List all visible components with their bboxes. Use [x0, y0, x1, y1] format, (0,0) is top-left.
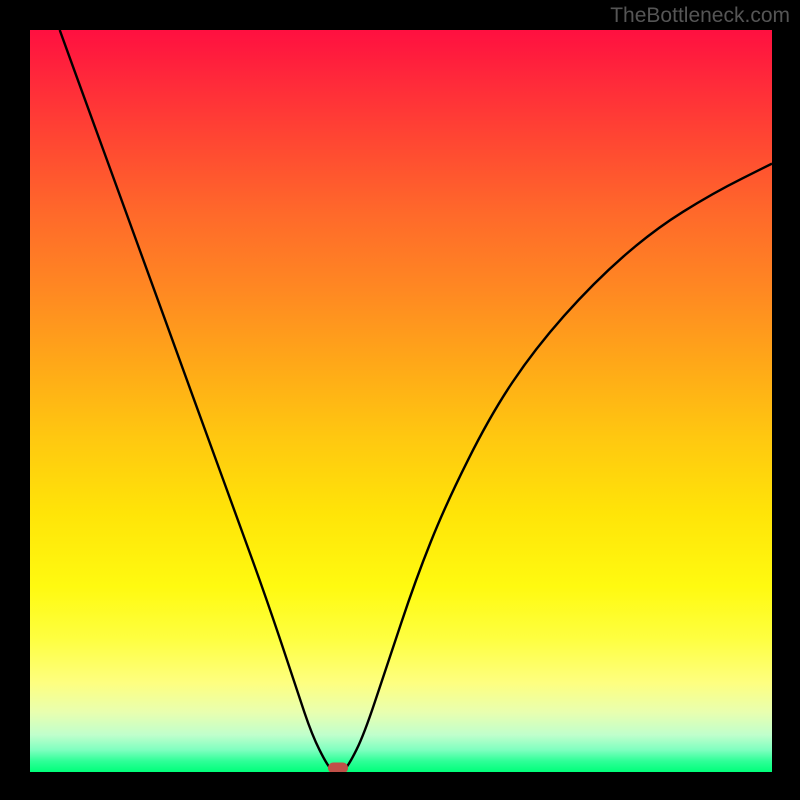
curve-svg [30, 30, 772, 772]
chart-frame: TheBottleneck.com [0, 0, 800, 800]
plot-area [30, 30, 772, 772]
watermark-text: TheBottleneck.com [610, 4, 790, 28]
bottleneck-curve-path [60, 30, 772, 772]
optimal-point-marker [328, 763, 348, 772]
